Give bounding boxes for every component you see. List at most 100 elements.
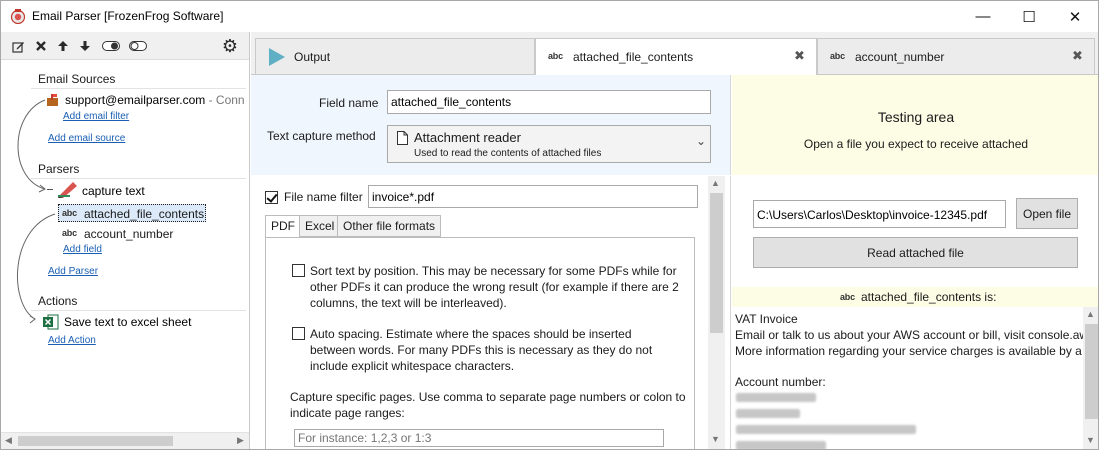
- abc-icon: abc: [62, 228, 77, 238]
- sort-text-checkbox[interactable]: [292, 264, 305, 277]
- result-line: VAT Invoice: [735, 312, 798, 326]
- delete-icon[interactable]: [32, 37, 50, 55]
- add-parser-link[interactable]: Add Parser: [48, 266, 98, 277]
- tab-attached-file-contents[interactable]: abc attached_file_contents ✖: [535, 38, 817, 76]
- attachment-settings: File name filter invoice*.pdf PDF Excel …: [251, 176, 731, 449]
- field-name-input[interactable]: attached_file_contents: [387, 90, 711, 114]
- capture-method-label: Text capture method: [267, 129, 376, 143]
- parser-item[interactable]: capture text: [82, 184, 145, 198]
- divider: [31, 178, 246, 179]
- title-bar: Email Parser [FrozenFrog Software] — ☐ ✕: [1, 1, 1098, 32]
- settings-gear-icon[interactable]: ⚙: [221, 36, 239, 56]
- scrollbar-thumb[interactable]: [1085, 324, 1098, 419]
- file-path-input[interactable]: C:\Users\Carlos\Desktop\invoice-12345.pd…: [753, 200, 1006, 228]
- redacted-text: [736, 425, 916, 434]
- add-action-link[interactable]: Add Action: [48, 335, 96, 346]
- divider: [31, 310, 246, 311]
- file-name-filter-checkbox[interactable]: [265, 191, 278, 204]
- close-button[interactable]: ✕: [1052, 1, 1098, 32]
- subtab-other-formats[interactable]: Other file formats: [337, 215, 442, 237]
- tab-bar: Output abc attached_file_contents ✖ abc …: [251, 32, 1098, 76]
- result-vertical-scrollbar[interactable]: ▲ ▼: [1083, 307, 1098, 449]
- edit-icon[interactable]: [9, 37, 27, 55]
- scrollbar-thumb[interactable]: [710, 193, 723, 333]
- maximize-button[interactable]: ☐: [1006, 1, 1052, 32]
- capture-pages-description: Capture specific pages. Use comma to sep…: [290, 390, 686, 420]
- tab-close-icon[interactable]: ✖: [1072, 48, 1083, 64]
- tab-output[interactable]: Output: [255, 38, 535, 75]
- testing-subtitle: Open a file you expect to receive attach…: [803, 137, 1029, 151]
- scroll-right-icon[interactable]: ▶: [237, 435, 244, 446]
- chevron-down-icon: ⌄: [696, 134, 707, 148]
- flow-connector: [17, 99, 56, 324]
- abc-icon: abc: [62, 208, 77, 218]
- move-down-icon[interactable]: [76, 37, 94, 55]
- vertical-scrollbar[interactable]: ▲ ▼: [708, 176, 725, 449]
- field-item[interactable]: abc account_number: [58, 225, 208, 243]
- field-item-label: account_number: [84, 227, 174, 241]
- result-line: Email or talk to us about your AWS accou…: [735, 328, 1083, 342]
- result-text: VAT Invoice Email or talk to us about yo…: [732, 307, 1083, 449]
- tab-label: account_number: [855, 50, 945, 64]
- sidebar: ⚙ Email Sources support@emailparser.com …: [1, 32, 250, 449]
- field-name-label: Field name: [319, 96, 379, 110]
- scroll-left-icon[interactable]: ◀: [5, 435, 12, 446]
- scroll-down-icon[interactable]: ▼: [1086, 435, 1095, 445]
- excel-icon: [43, 314, 59, 330]
- redacted-text: [736, 441, 826, 449]
- app-window: Email Parser [FrozenFrog Software] — ☐ ✕: [0, 0, 1099, 450]
- capture-method-dropdown[interactable]: Attachment reader Used to read the conte…: [387, 125, 711, 163]
- tab-label: attached_file_contents: [573, 50, 694, 64]
- capture-pages-input[interactable]: [294, 429, 664, 447]
- play-icon: [269, 48, 285, 66]
- sort-text-description: Sort text by position. This may be neces…: [310, 264, 679, 310]
- read-attached-file-button[interactable]: Read attached file: [753, 237, 1078, 268]
- add-email-filter-link[interactable]: Add email filter: [63, 111, 129, 122]
- scrollbar-thumb[interactable]: [18, 436, 173, 446]
- field-item-selected[interactable]: abc attached_file_contents: [58, 204, 206, 222]
- subtab-excel[interactable]: Excel: [299, 215, 341, 237]
- testing-area: Testing area Open a file you expect to r…: [732, 75, 1098, 449]
- divider: [31, 88, 246, 89]
- horizontal-scrollbar[interactable]: ◀ ▶: [1, 432, 249, 449]
- pdf-options-panel: Sort text by position. This may be neces…: [265, 237, 695, 449]
- auto-spacing-checkbox[interactable]: [292, 327, 305, 340]
- email-source-status: - Conn: [205, 93, 245, 107]
- result-label: attached_file_contents is:: [861, 290, 997, 304]
- file-name-filter-input[interactable]: invoice*.pdf: [368, 185, 698, 208]
- window-title: Email Parser [FrozenFrog Software]: [32, 9, 224, 23]
- redacted-text: [736, 409, 800, 418]
- subtab-pdf[interactable]: PDF: [265, 215, 301, 238]
- capture-method-title: Attachment reader: [414, 130, 521, 145]
- move-up-icon[interactable]: [54, 37, 72, 55]
- result-line: Account number:: [735, 375, 826, 389]
- open-file-button[interactable]: Open file: [1016, 198, 1078, 229]
- toggle-off-icon[interactable]: [128, 37, 148, 55]
- toggle-on-icon[interactable]: [101, 37, 121, 55]
- redacted-text: [736, 393, 816, 402]
- minimize-button[interactable]: —: [960, 1, 1006, 32]
- email-sources-header: Email Sources: [38, 72, 116, 86]
- actions-header: Actions: [38, 294, 78, 308]
- app-logo-icon: [10, 9, 26, 24]
- email-source-name: support@emailparser.com: [65, 93, 206, 107]
- action-item[interactable]: Save text to excel sheet: [64, 315, 191, 329]
- add-email-source-link[interactable]: Add email source: [48, 133, 125, 144]
- abc-icon: abc: [840, 292, 855, 302]
- tab-account-number[interactable]: abc account_number ✖: [817, 38, 1095, 75]
- email-source-item[interactable]: support@emailparser.com - Conn: [65, 93, 245, 107]
- abc-icon: abc: [548, 51, 563, 61]
- add-field-link[interactable]: Add field: [63, 244, 102, 255]
- collapse-icon[interactable]: [47, 189, 53, 190]
- scroll-down-icon[interactable]: ▼: [711, 434, 720, 444]
- field-item-label: attached_file_contents: [84, 207, 205, 221]
- document-icon: [397, 131, 408, 145]
- tab-close-icon[interactable]: ✖: [794, 48, 805, 64]
- scroll-up-icon[interactable]: ▲: [1086, 309, 1095, 319]
- capture-method-description: Used to read the contents of attached fi…: [414, 148, 602, 159]
- result-header: abc attached_file_contents is:: [732, 287, 1098, 307]
- sidebar-toolbar: ⚙: [1, 32, 249, 60]
- tab-label: Output: [294, 50, 331, 64]
- testing-header: Testing area Open a file you expect to r…: [732, 75, 1098, 175]
- scroll-up-icon[interactable]: ▲: [711, 178, 720, 188]
